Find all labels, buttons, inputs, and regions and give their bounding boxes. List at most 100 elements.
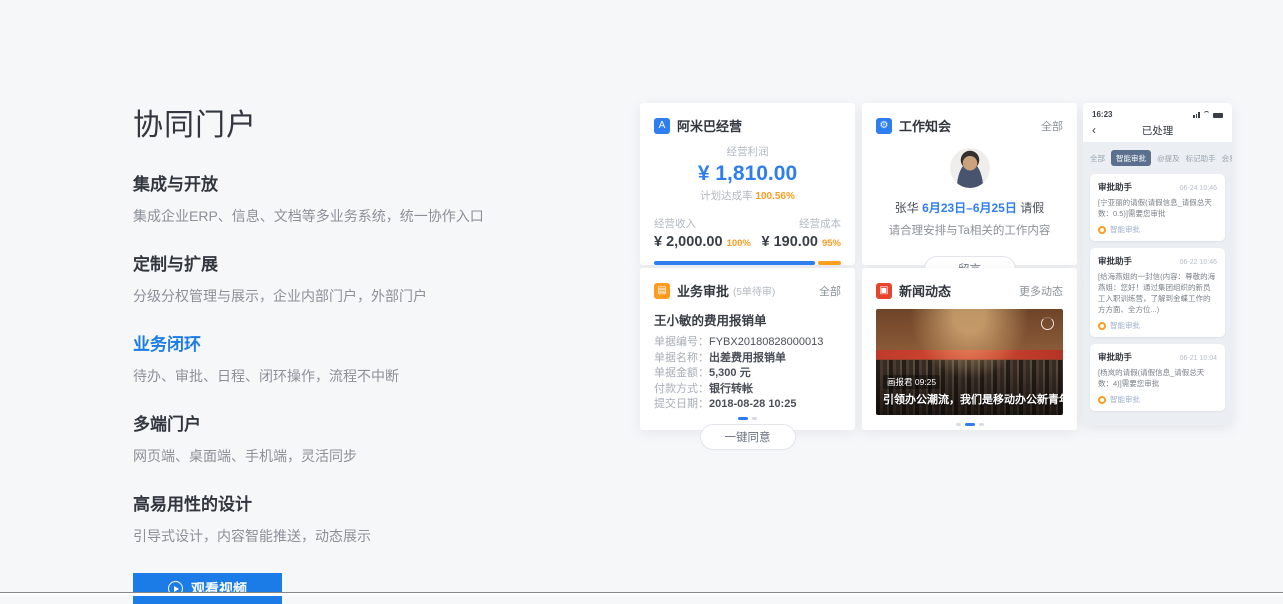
list-item[interactable]: 审批助手 06-22 10:46 [给海燕姐的一封信(内容：尊敬的海燕姐：您好！… [1090, 248, 1225, 337]
tab-all[interactable]: 全部 [1090, 153, 1105, 164]
profit-label: 经营利润 [654, 144, 841, 159]
progress-orange-fill [818, 261, 841, 265]
phone-page-title: 已处理 [1083, 123, 1232, 138]
item-body: [宁亚丽的请假(请假信息_请假总天数：0.5)]需要您审批 [1098, 197, 1217, 219]
work-notice-icon: ⚙ [876, 118, 892, 134]
approval-all-link[interactable]: 全部 [819, 283, 841, 299]
news-byline: 画报君 09:25 [883, 375, 940, 389]
field-label: 付款方式： [654, 382, 709, 398]
field-value: 2018-08-28 10:25 [709, 397, 796, 413]
feature-heading: 业务闭环 [133, 330, 563, 355]
item-tag: 智能审批 [1110, 224, 1140, 235]
page-title: 协同门户 [133, 100, 563, 144]
plan-rate-value: 100.56% [755, 191, 794, 202]
approval-icon: ▤ [654, 283, 670, 299]
income-cost-progress-bar [654, 261, 841, 265]
field-row: 单据金额： 5,300 元 [654, 366, 841, 382]
smart-approval-icon [1098, 396, 1106, 404]
one-click-approve-button[interactable]: 一键同意 [700, 424, 796, 450]
cost-label: 经营成本 [762, 216, 842, 231]
tab-booking[interactable]: 会易订 [1222, 153, 1232, 164]
field-label: 单据编号： [654, 335, 709, 351]
feature-heading: 集成与开放 [133, 170, 563, 195]
phone-statusbar: 16:23 [1083, 103, 1232, 121]
progress-blue-fill [654, 261, 815, 265]
item-title: 审批助手 [1098, 255, 1132, 267]
watch-video-button[interactable]: 观看视频 [133, 573, 282, 604]
notice-message: 请合理安排与Ta相关的工作内容 [876, 222, 1063, 238]
field-row: 提交日期： 2018-08-28 10:25 [654, 397, 841, 413]
news-title: 新闻动态 [899, 281, 951, 300]
field-label: 提交日期： [654, 397, 709, 413]
feature-integration[interactable]: 集成与开放 集成企业ERP、信息、文档等多业务系统，统一协作入口 [133, 170, 563, 226]
cost-pct: 95% [822, 238, 841, 249]
dashboard-preview: A 阿米巴经营 经营利润 ¥ 1,810.00 计划达成率 100.56% 经营… [640, 103, 1240, 433]
feature-heading: 多端门户 [133, 410, 563, 435]
income-value: ¥ 2,000.00 [654, 234, 723, 250]
field-value: 出差费用报销单 [709, 351, 786, 367]
phone-time: 16:23 [1092, 110, 1112, 119]
field-label: 单据名称： [654, 351, 709, 367]
feature-panel: 协同门户 集成与开放 集成企业ERP、信息、文档等多业务系统，统一协作入口 定制… [133, 100, 563, 604]
item-body: [给海燕姐的一封信(内容：尊敬的海燕姐：您好！通过集团组织的新员工入职训练营，了… [1098, 271, 1217, 315]
approval-pending-count: (5单待审) [733, 283, 775, 298]
item-title: 审批助手 [1098, 351, 1132, 363]
news-card: ▣ 新闻动态 更多动态 画报君 09:25 引领办公潮流，我们是移动办公新青年！ [862, 268, 1077, 430]
approval-doc-title: 王小敏的费用报销单 [654, 310, 841, 329]
notice-person: 张华 [895, 201, 919, 215]
item-tag: 智能审批 [1110, 394, 1140, 405]
field-value: 银行转帐 [709, 382, 753, 398]
field-row: 付款方式： 银行转帐 [654, 382, 841, 398]
work-notice-card: ⚙ 工作知会 全部 张华 6月23日–6月25日 请假 请合理安排与Ta相关的工… [862, 103, 1077, 265]
list-item[interactable]: 审批助手 06-24 10:46 [宁亚丽的请假(请假信息_请假总天数：0.5)… [1090, 174, 1225, 241]
feature-desc: 引导式设计，内容智能推送，动态展示 [133, 527, 563, 546]
profit-value: ¥ 1,810.00 [654, 162, 841, 186]
item-title: 审批助手 [1098, 181, 1132, 193]
news-headline: 引领办公潮流，我们是移动办公新青年！ [883, 391, 1057, 407]
plan-rate-label: 计划达成率 [700, 190, 753, 202]
item-date: 06-21 10:04 [1180, 355, 1217, 362]
feature-business-loop[interactable]: 业务闭环 待办、审批、日程、闭环操作，流程不中断 [133, 330, 563, 386]
notice-dates: 6月23日–6月25日 [922, 201, 1017, 215]
feature-heading: 高易用性的设计 [133, 490, 563, 515]
field-value: FYBX20180828000013 [709, 335, 823, 351]
signal-icon [1193, 112, 1200, 118]
loading-circle-icon [1041, 317, 1054, 330]
amoeba-title: 阿米巴经营 [677, 116, 742, 135]
phone-body: 全部 智能审批 @提及 标记助手 会易订 审批助手 06-24 10:46 [宁… [1083, 142, 1232, 425]
approval-title: 业务审批 [677, 281, 729, 300]
amoeba-icon: A [654, 118, 670, 134]
news-pagination-dots[interactable] [876, 423, 1063, 426]
feature-multi-portal[interactable]: 多端门户 网页端、桌面端、手机端，灵活同步 [133, 410, 563, 466]
work-notice-all-link[interactable]: 全部 [1041, 118, 1063, 134]
feature-customization[interactable]: 定制与扩展 分级分权管理与展示，企业内部门户，外部门户 [133, 250, 563, 306]
approval-card: ▤ 业务审批 (5单待审) 全部 王小敏的费用报销单 单据编号： FYBX201… [640, 268, 855, 430]
item-date: 06-24 10:46 [1180, 185, 1217, 192]
battery-icon [1213, 113, 1223, 118]
phone-mockup: 16:23 ‹ 已处理 全部 智能审批 @提及 标记助手 会易订 审批助手 [1083, 103, 1232, 425]
smart-approval-icon [1098, 322, 1106, 330]
tab-marked[interactable]: 标记助手 [1186, 153, 1216, 164]
work-notice-title: 工作知会 [899, 116, 951, 135]
list-item[interactable]: 审批助手 06-21 10:04 [杨岚的请假(请假信息_请假总天数：4)]需要… [1090, 344, 1225, 411]
feature-desc: 分级分权管理与展示，企业内部门户，外部门户 [133, 287, 563, 306]
news-more-link[interactable]: 更多动态 [1019, 283, 1063, 299]
tab-mentions[interactable]: @提及 [1157, 153, 1180, 164]
approval-pagination-dots[interactable] [654, 417, 841, 420]
field-row: 单据编号： FYBX20180828000013 [654, 335, 841, 351]
news-photo[interactable]: 画报君 09:25 引领办公潮流，我们是移动办公新青年！ [876, 309, 1063, 415]
feature-heading: 定制与扩展 [133, 250, 563, 275]
feature-usability[interactable]: 高易用性的设计 引导式设计，内容智能推送，动态展示 [133, 490, 563, 546]
income-pct: 100% [727, 238, 751, 249]
smart-approval-icon [1098, 226, 1106, 234]
feature-desc: 集成企业ERP、信息、文档等多业务系统，统一协作入口 [133, 207, 563, 226]
field-value: 5,300 元 [709, 366, 751, 382]
item-tag: 智能审批 [1110, 320, 1140, 331]
income-label: 经营收入 [654, 216, 751, 231]
field-row: 单据名称： 出差费用报销单 [654, 351, 841, 367]
notice-event: 请假 [1020, 201, 1044, 215]
tab-smart-approval[interactable]: 智能审批 [1111, 150, 1151, 166]
avatar [950, 148, 990, 188]
cost-value: ¥ 190.00 [762, 234, 818, 250]
feature-desc: 网页端、桌面端、手机端，灵活同步 [133, 447, 563, 466]
